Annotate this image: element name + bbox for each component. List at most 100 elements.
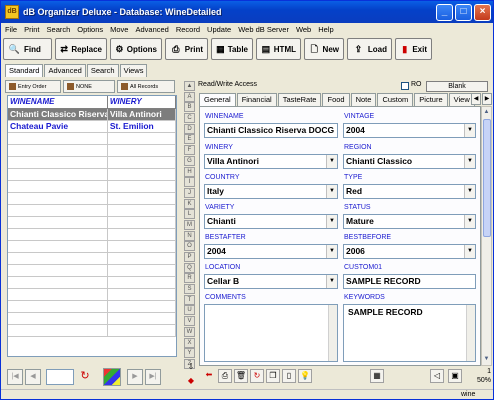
table-row[interactable] [8, 313, 176, 325]
menu-update[interactable]: Update [207, 25, 231, 34]
comments-scrollbar[interactable] [328, 305, 337, 361]
tab-standard[interactable]: Standard [5, 64, 44, 77]
alpha-letter[interactable]: O [184, 241, 195, 252]
menu-web[interactable]: Web [296, 25, 311, 34]
table-row[interactable] [8, 193, 176, 205]
scroll-thumb[interactable] [483, 119, 491, 237]
red-marker-icon[interactable]: ◆ [184, 375, 198, 389]
title-bar[interactable]: dB dB Organizer Deluxe - Database: WineD… [1, 1, 493, 23]
close-button[interactable]: × [474, 3, 491, 21]
tab-search[interactable]: Search [86, 64, 119, 77]
menu-options[interactable]: Options [77, 25, 103, 34]
column-header-winery[interactable]: WINERY [108, 96, 176, 108]
tab-scroll-right[interactable]: ▶ [482, 93, 492, 105]
blank-button[interactable]: Blank [426, 81, 488, 92]
alpha-letter[interactable]: R [184, 273, 195, 284]
alpha-up-arrow[interactable]: ▲ [184, 81, 195, 91]
alpha-letter[interactable]: Y [184, 348, 195, 359]
print-record-icon[interactable]: ⎙ [218, 369, 232, 383]
chevron-down-icon[interactable]: ▼ [326, 215, 337, 228]
comments-textarea[interactable] [204, 304, 338, 362]
table-row[interactable] [8, 241, 176, 253]
calendar-icon[interactable]: ▦ [370, 369, 384, 383]
load-button[interactable]: ⇪ Load [347, 38, 392, 60]
chevron-down-icon[interactable]: ▼ [464, 155, 475, 168]
lightbulb-icon[interactable]: 💡 [298, 369, 312, 383]
tab-scroll-left[interactable]: ◀ [471, 93, 481, 105]
refresh-icon[interactable]: ↻ [250, 369, 264, 383]
chevron-down-icon[interactable]: ▼ [326, 185, 337, 198]
keywords-textarea[interactable]: SAMPLE RECORD [343, 304, 476, 362]
chevron-down-icon[interactable]: ▼ [326, 155, 337, 168]
alpha-letter[interactable]: W [184, 326, 195, 337]
delete-icon[interactable]: 🗑 [234, 369, 248, 383]
chevron-down-icon[interactable]: ▼ [464, 215, 475, 228]
alpha-letter[interactable]: H [184, 166, 195, 177]
alpha-letter[interactable]: A [184, 91, 195, 102]
tab-financial[interactable]: Financial [236, 93, 277, 106]
table-row[interactable] [8, 253, 176, 265]
table-row[interactable] [8, 265, 176, 277]
copy-icon[interactable]: ❐ [266, 369, 280, 383]
scroll-up-arrow[interactable]: ▲ [482, 107, 491, 118]
bestafter-select[interactable]: 2004 ▼ [204, 244, 338, 259]
menu-move[interactable]: Move [110, 25, 128, 34]
paste-icon[interactable]: ▯ [282, 369, 296, 383]
table-row[interactable]: Chateau Pavie St. Emilion [8, 121, 176, 133]
alpha-letter[interactable]: X [184, 337, 195, 348]
tab-custom[interactable]: Custom [377, 93, 414, 106]
country-select[interactable]: Italy ▼ [204, 184, 338, 199]
tab-views[interactable]: Views [119, 64, 148, 77]
entry-order-button[interactable]: Entry Order [5, 80, 61, 93]
menu-search[interactable]: Search [47, 25, 71, 34]
table-row[interactable] [8, 205, 176, 217]
table-row[interactable] [8, 289, 176, 301]
alpha-letter[interactable]: U [184, 305, 195, 316]
palette-icon[interactable] [103, 368, 121, 386]
location-select[interactable]: Cellar B ▼ [204, 274, 338, 289]
alpha-letter[interactable]: V [184, 316, 195, 327]
alpha-letter[interactable]: B [184, 102, 195, 113]
ro-checkbox[interactable] [401, 82, 409, 90]
tab-general[interactable]: General [199, 93, 236, 106]
custom01-field[interactable]: SAMPLE RECORD [343, 274, 476, 289]
records-grid[interactable]: WINENAME WINERY Chianti Classico Riserva… [7, 95, 177, 357]
minimize-button[interactable]: _ [436, 3, 453, 21]
last-record-button[interactable]: ▶| [145, 369, 161, 385]
alpha-letter[interactable]: N [184, 230, 195, 241]
new-button[interactable]: 🗋 New [304, 38, 344, 60]
menu-record[interactable]: Record [176, 25, 200, 34]
tab-note[interactable]: Note [350, 93, 377, 106]
alpha-letter[interactable]: E [184, 134, 195, 145]
region-select[interactable]: Chianti Classico ▼ [343, 154, 476, 169]
alpha-letter[interactable]: C [184, 113, 195, 124]
scroll-down-arrow[interactable]: ▼ [482, 354, 491, 365]
maximize-button[interactable]: □ [455, 3, 472, 21]
alpha-letter[interactable]: L [184, 209, 195, 220]
alpha-letter[interactable]: G [184, 155, 195, 166]
variety-select[interactable]: Chianti ▼ [204, 214, 338, 229]
record-number-input[interactable] [46, 369, 74, 385]
exit-button[interactable]: ▮ Exit [395, 38, 432, 60]
menu-print[interactable]: Print [24, 25, 39, 34]
refresh-icon[interactable]: ↻ [77, 369, 93, 385]
form-scrollbar[interactable]: ▲ ▼ [481, 106, 492, 366]
next-record-button[interactable]: ▶ [127, 369, 143, 385]
winery-select[interactable]: Villa Antinori ▼ [204, 154, 338, 169]
table-button[interactable]: ▦ Table [211, 38, 253, 60]
alpha-letter[interactable]: D [184, 123, 195, 134]
prev-icon[interactable]: ◁ [430, 369, 444, 383]
table-row[interactable]: Chianti Classico Riserva DOCG Villa Anti… [8, 109, 176, 121]
alpha-letter[interactable]: S [184, 284, 195, 295]
menu-advanced[interactable]: Advanced [135, 25, 168, 34]
column-header-winename[interactable]: WINENAME [8, 96, 108, 108]
alpha-letter[interactable]: I [184, 177, 195, 188]
table-row[interactable] [8, 217, 176, 229]
table-row[interactable] [8, 181, 176, 193]
alpha-letter[interactable]: F [184, 145, 195, 156]
alpha-letter[interactable]: P [184, 252, 195, 262]
menu-file[interactable]: File [5, 25, 17, 34]
table-row[interactable] [8, 277, 176, 289]
keywords-scrollbar[interactable] [466, 305, 475, 361]
table-row[interactable] [8, 145, 176, 157]
